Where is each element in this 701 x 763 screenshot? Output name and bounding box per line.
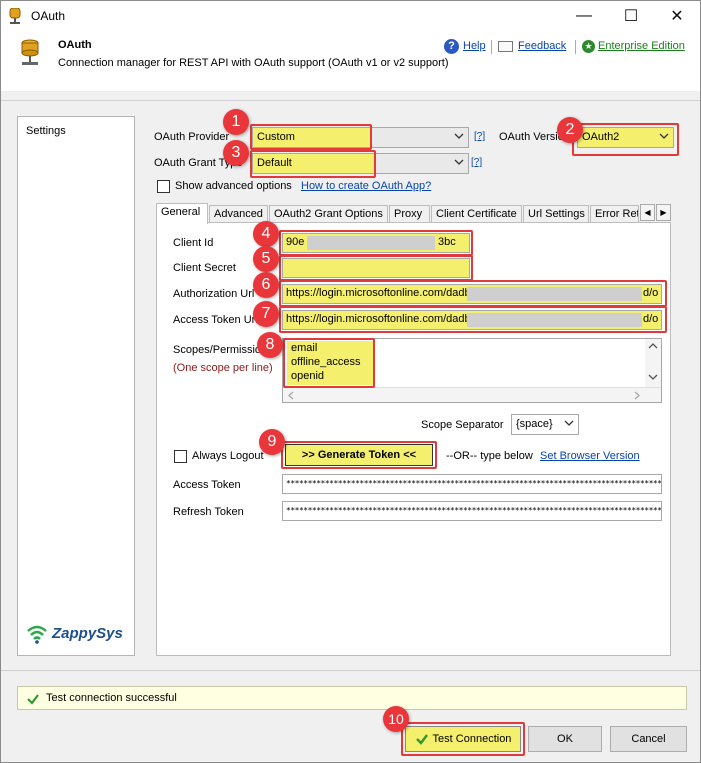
scope-separator-select[interactable]: {space} — [511, 414, 579, 435]
refresh-token-input[interactable]: ****************************************… — [282, 501, 662, 521]
callout-badge: 6 — [253, 272, 279, 298]
access-token-label: Access Token — [173, 479, 241, 491]
client-id-label: Client Id — [173, 237, 214, 249]
logo-text: ZappySys — [52, 625, 123, 642]
feedback-mail-icon[interactable] — [498, 41, 513, 52]
minimize-button[interactable]: — — [561, 1, 607, 31]
or-type-below-text: --OR-- type below — [446, 450, 533, 462]
success-check-icon — [27, 694, 39, 705]
database-plug-icon — [21, 39, 39, 65]
callout-box — [279, 280, 667, 307]
tab-url-settings[interactable]: Url Settings — [523, 205, 589, 223]
callout-badge: 8 — [257, 332, 283, 358]
callout-box — [283, 338, 375, 388]
maximize-button[interactable]: ☐ — [608, 1, 654, 31]
enterprise-edition-link[interactable]: Enterprise Edition — [598, 40, 685, 52]
callout-box — [279, 306, 667, 333]
chevron-down-icon — [564, 420, 574, 426]
callout-badge: 9 — [259, 429, 285, 455]
callout-box — [281, 441, 437, 469]
show-advanced-checkbox[interactable] — [157, 180, 170, 193]
callout-badge: 7 — [253, 301, 279, 327]
callout-box — [401, 722, 525, 756]
callout-box — [250, 150, 376, 178]
tab-oauth2-grant-options[interactable]: OAuth2 Grant Options — [269, 205, 388, 223]
header-separator — [575, 40, 576, 54]
close-button[interactable]: ✕ — [654, 1, 700, 31]
settings-tabs: General Advanced OAuth2 Grant Options Pr… — [156, 203, 671, 224]
window-title: OAuth — [31, 9, 66, 23]
authorization-url-label: Authorization Url — [173, 288, 255, 300]
show-advanced-label: Show advanced options — [175, 180, 292, 192]
scroll-up-icon[interactable] — [648, 342, 658, 350]
feedback-link[interactable]: Feedback — [518, 40, 566, 52]
tab-error-retry[interactable]: Error Ret — [590, 205, 639, 223]
dialog-header: OAuth Connection manager for REST API wi… — [1, 31, 700, 91]
access-token-url-label: Access Token Url — [173, 314, 258, 326]
callout-box — [250, 124, 372, 150]
chevron-down-icon — [454, 133, 464, 139]
scopes-hint: (One scope per line) — [173, 362, 273, 374]
scroll-down-icon[interactable] — [648, 373, 658, 381]
header-title: OAuth — [58, 39, 92, 51]
chevron-down-icon — [454, 159, 464, 165]
tab-scroll-right-icon[interactable]: ▶ — [656, 204, 671, 221]
scopes-vertical-scrollbar[interactable] — [645, 339, 661, 387]
header-separator — [491, 40, 492, 54]
grant-type-help-link[interactable]: [?] — [471, 157, 482, 168]
callout-box — [572, 123, 679, 156]
set-browser-version-link[interactable]: Set Browser Version — [540, 450, 640, 462]
ok-button[interactable]: OK — [528, 726, 602, 752]
nav-item-settings[interactable]: Settings — [26, 125, 66, 137]
wifi-logo-icon — [27, 625, 47, 644]
status-bar: Test connection successful — [17, 686, 687, 710]
scroll-left-icon[interactable] — [287, 391, 295, 400]
title-bar: OAuth — ☐ ✕ — [1, 1, 700, 31]
cancel-button[interactable]: Cancel — [610, 726, 687, 752]
how-to-create-oauth-app-link[interactable]: How to create OAuth App? — [301, 180, 431, 192]
tab-proxy[interactable]: Proxy — [389, 205, 430, 223]
header-divider — [1, 100, 700, 101]
tab-advanced[interactable]: Advanced — [209, 205, 268, 223]
help-icon[interactable]: ? — [444, 39, 459, 54]
header-subtitle: Connection manager for REST API with OAu… — [58, 57, 449, 69]
connection-icon — [9, 8, 21, 24]
callout-badge: 5 — [253, 246, 279, 272]
scope-separator-label: Scope Separator — [421, 419, 504, 431]
callout-badge: 10 — [383, 706, 409, 732]
callout-badge: 4 — [253, 221, 279, 247]
always-logout-label: Always Logout — [192, 450, 264, 462]
tab-scroll-left-icon[interactable]: ◀ — [640, 204, 655, 221]
oauth-dialog: OAuth — ☐ ✕ OAuth Connection manager for… — [0, 0, 701, 763]
callout-box — [279, 255, 473, 281]
always-logout-checkbox[interactable] — [174, 450, 187, 463]
callout-box — [279, 230, 473, 256]
client-secret-label: Client Secret — [173, 262, 236, 274]
status-divider — [1, 670, 700, 671]
scope-separator-value: {space} — [516, 418, 553, 430]
scopes-horizontal-scrollbar[interactable] — [283, 387, 661, 402]
status-text: Test connection successful — [46, 692, 177, 704]
provider-help-link[interactable]: [?] — [474, 131, 485, 142]
enterprise-icon: ★ — [582, 40, 595, 53]
access-token-input[interactable]: ****************************************… — [282, 474, 662, 494]
callout-badge: 2 — [557, 117, 583, 143]
oauth-provider-label: OAuth Provider — [154, 131, 230, 143]
zappysys-logo: ZappySys — [26, 622, 130, 646]
callout-badge: 3 — [223, 140, 249, 166]
help-link[interactable]: Help — [463, 40, 486, 52]
settings-nav-panel: Settings ZappySys — [17, 116, 135, 656]
refresh-token-label: Refresh Token — [173, 506, 244, 518]
tab-client-certificate[interactable]: Client Certificate — [431, 205, 522, 223]
scroll-right-icon[interactable] — [633, 391, 641, 400]
callout-badge: 1 — [223, 109, 249, 135]
tab-general[interactable]: General — [156, 203, 208, 224]
